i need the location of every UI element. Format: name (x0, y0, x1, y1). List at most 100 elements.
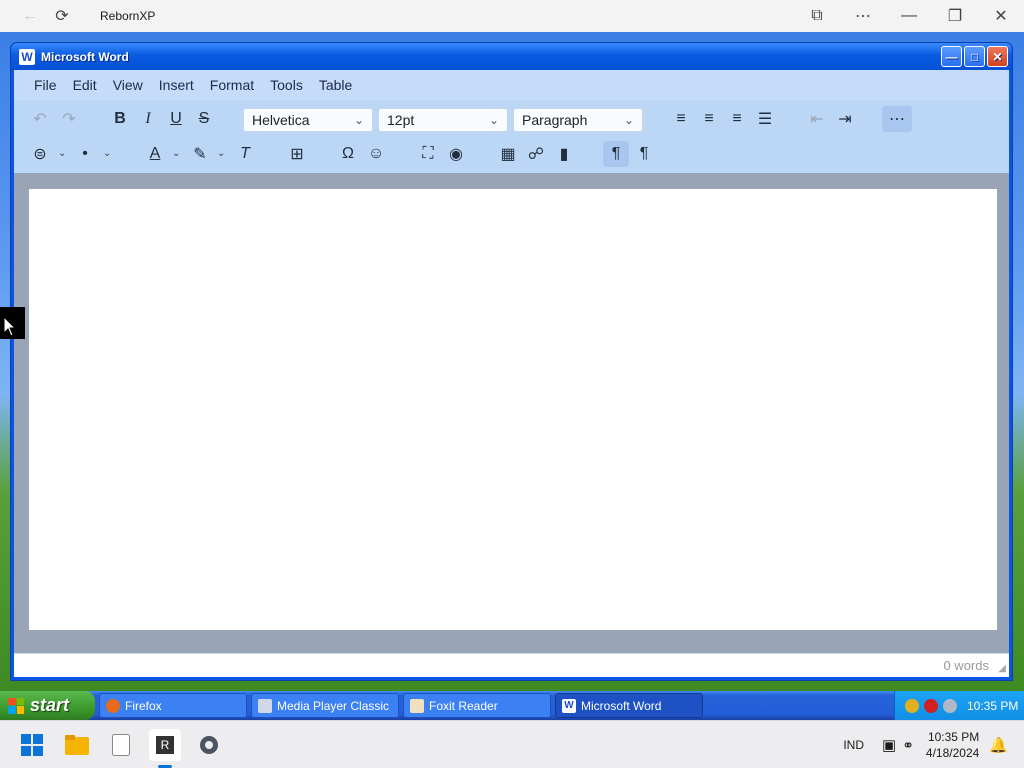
windows-flag-icon (8, 697, 24, 714)
task-media-player[interactable]: Media Player Classic (251, 693, 399, 718)
align-center-icon[interactable]: ≡ (696, 106, 722, 132)
editor-area (14, 173, 1009, 655)
chevron-down-icon[interactable]: ⌄ (58, 148, 66, 159)
windows-start-icon[interactable] (16, 729, 48, 761)
notification-bell-icon[interactable]: 🔔 (989, 736, 1008, 754)
strikethrough-icon[interactable]: S (191, 106, 217, 132)
more-icon[interactable]: ⋯ (882, 106, 912, 132)
mouse-cursor-icon (0, 307, 25, 339)
back-arrow-icon[interactable]: ← (14, 0, 46, 32)
refresh-icon[interactable]: ⟳ (46, 0, 78, 32)
file-explorer-icon[interactable] (61, 729, 93, 761)
more-options-icon[interactable]: ⋯ (840, 0, 886, 32)
chevron-down-icon[interactable]: ⌄ (103, 148, 111, 159)
bookmark-icon[interactable]: ▮ (551, 141, 577, 167)
settings-gear-icon[interactable] (193, 729, 225, 761)
volume-icon[interactable] (943, 698, 957, 713)
network-icon[interactable] (905, 698, 919, 713)
display-icon[interactable]: ▣ (882, 736, 896, 754)
start-button[interactable]: start (0, 691, 95, 720)
cast-icon[interactable]: ⧉ (794, 0, 840, 32)
resize-grip-icon[interactable]: ◢ (998, 663, 1006, 674)
chevron-down-icon[interactable]: ⌄ (217, 148, 225, 159)
media-player-icon (258, 698, 272, 713)
preview-icon[interactable]: ◉ (443, 141, 469, 167)
window-client: File Edit View Insert Format Tools Table… (14, 70, 1009, 677)
rtl-icon[interactable]: ¶ (631, 141, 657, 167)
task-label: Media Player Classic (277, 698, 390, 713)
task-label: Microsoft Word (581, 698, 662, 713)
chevron-down-icon: ⌄ (623, 113, 634, 127)
menu-view[interactable]: View (105, 77, 151, 93)
win11-date: 4/18/2024 (925, 746, 980, 760)
menu-format[interactable]: Format (202, 77, 262, 93)
bold-icon[interactable]: B (107, 106, 133, 132)
security-shield-icon[interactable] (924, 698, 938, 713)
redo-icon[interactable]: ↷ (56, 106, 82, 132)
network-status-icon[interactable]: ⚭ (902, 737, 914, 754)
font-family-select[interactable]: Helvetica ⌄ (243, 108, 373, 132)
ltr-icon[interactable]: ¶ (603, 141, 629, 167)
close-button[interactable]: ✕ (978, 0, 1024, 32)
win11-clock[interactable]: 10:35 PM 4/18/2024 (926, 729, 979, 761)
word-icon: W (562, 698, 576, 713)
link-icon[interactable]: ☍ (523, 141, 549, 167)
status-bar: 0 words ◢ (14, 653, 1009, 677)
foxit-icon (410, 698, 424, 713)
italic-icon[interactable]: I (135, 106, 161, 132)
highlight-icon[interactable]: ✎ (187, 141, 213, 167)
block-format-select[interactable]: Paragraph ⌄ (513, 108, 643, 132)
text-color-icon[interactable]: A (142, 141, 168, 167)
emoji-icon[interactable]: ☺ (363, 141, 389, 167)
host-title: RebornXP (100, 9, 156, 23)
restore-button[interactable]: ❐ (932, 0, 978, 32)
menu-edit[interactable]: Edit (65, 77, 105, 93)
chevron-down-icon: ⌄ (353, 113, 364, 127)
chevron-down-icon: ⌄ (488, 113, 499, 127)
language-indicator[interactable]: IND (843, 738, 864, 752)
editor-toolbar: ↶ ↷ B I U S Helvetica ⌄ 12pt ⌄ Paragraph… (14, 100, 1009, 173)
start-label: start (30, 695, 70, 715)
special-char-icon[interactable]: Ω (335, 141, 361, 167)
window-maximize-button[interactable]: □ (964, 46, 985, 67)
task-microsoft-word[interactable]: W Microsoft Word (555, 693, 703, 718)
menu-table[interactable]: Table (311, 77, 360, 93)
menu-bar: File Edit View Insert Format Tools Table (14, 70, 1009, 100)
outdent-icon[interactable]: ⇤ (804, 106, 830, 132)
image-icon[interactable]: ▦ (495, 141, 521, 167)
window-close-button[interactable]: ✕ (987, 46, 1008, 67)
clear-format-icon[interactable]: T (232, 141, 258, 167)
block-format-value: Paragraph (522, 112, 588, 128)
task-label: Firefox (125, 698, 162, 713)
task-label: Foxit Reader (429, 698, 498, 713)
indent-icon[interactable]: ⇥ (832, 106, 858, 132)
font-family-value: Helvetica (252, 112, 310, 128)
align-right-icon[interactable]: ≡ (724, 106, 750, 132)
minimize-button[interactable]: — (886, 0, 932, 32)
menu-file[interactable]: File (26, 77, 65, 93)
page-break-icon[interactable]: ⊞ (284, 141, 310, 167)
bullet-list-icon[interactable]: • (72, 141, 98, 167)
chevron-down-icon[interactable]: ⌄ (172, 148, 180, 159)
win11-time: 10:35 PM (927, 730, 980, 744)
notepad-icon[interactable] (105, 729, 137, 761)
undo-icon[interactable]: ↶ (27, 106, 53, 132)
underline-icon[interactable]: U (163, 106, 189, 132)
document-page[interactable] (29, 189, 997, 630)
menu-tools[interactable]: Tools (262, 77, 311, 93)
task-firefox[interactable]: Firefox (99, 693, 247, 718)
align-left-icon[interactable]: ≡ (668, 106, 694, 132)
fullscreen-icon[interactable]: ⛶ (415, 141, 441, 167)
font-size-select[interactable]: 12pt ⌄ (378, 108, 508, 132)
window-title-bar[interactable]: W Microsoft Word — □ ✕ (11, 43, 1012, 70)
word-window: W Microsoft Word — □ ✕ File Edit View In… (10, 42, 1013, 681)
rebornxp-app-icon[interactable]: R (149, 729, 181, 761)
window-minimize-button[interactable]: — (941, 46, 962, 67)
word-app-icon: W (19, 48, 35, 65)
justify-icon[interactable]: ☰ (752, 106, 778, 132)
font-size-value: 12pt (387, 112, 415, 128)
xp-clock: 10:35 PM (967, 698, 1019, 713)
menu-insert[interactable]: Insert (151, 77, 202, 93)
task-foxit-reader[interactable]: Foxit Reader (403, 693, 551, 718)
numbered-list-icon[interactable]: ⊜ (27, 141, 53, 167)
